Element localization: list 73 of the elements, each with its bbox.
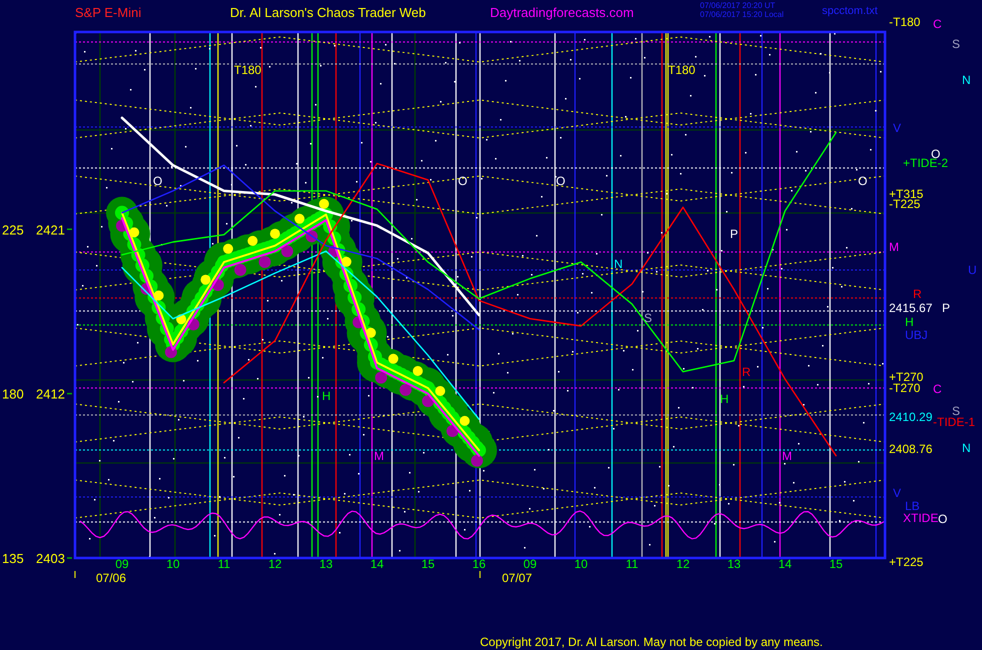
level-label: O (938, 512, 948, 526)
level-label: -T180 (889, 15, 920, 29)
x-axis-label: 16 (472, 557, 486, 571)
timestamp-label: 07/06/2017 20:20 UT (700, 1, 776, 10)
chart-marker-label: T180 (234, 63, 262, 77)
level-label: N (962, 441, 971, 455)
level-label: V (893, 486, 902, 500)
x-axis-label: 15 (421, 557, 435, 571)
chart-marker-label: H (322, 389, 331, 403)
level-label: C (933, 382, 942, 396)
x-axis-label: 13 (727, 557, 741, 571)
x-axis-label: 09 (115, 557, 129, 571)
website-label: Daytradingforecasts.com (490, 5, 634, 20)
y-axis-label: 2421 (36, 222, 65, 238)
y-axis-label: 2412 (36, 386, 65, 402)
level-label: U (968, 263, 977, 277)
level-label: LB (905, 499, 920, 513)
chart-marker-label: T180 (668, 63, 696, 77)
level-label: 2410.29 (889, 410, 932, 424)
copyright-text: Copyright 2017, Dr. Al Larson. May not be copied by any means. (480, 635, 823, 649)
x-axis-label: 12 (268, 557, 282, 571)
x-axis-label: 13 (319, 557, 333, 571)
chart-marker-label: O (556, 174, 566, 188)
date-label: 07/07 (502, 571, 532, 585)
level-label: S (952, 404, 960, 418)
chart-marker-label: M (782, 449, 792, 463)
x-axis-label: 15 (829, 557, 843, 571)
date-tick (74, 570, 76, 578)
date-label: 07/06 (96, 571, 126, 585)
chart-marker-label: M (374, 449, 384, 463)
x-axis-label: 11 (626, 557, 638, 571)
x-axis-label: 14 (370, 557, 384, 571)
angle-label: 135 (2, 551, 24, 566)
chart-title: Dr. Al Larson's Chaos Trader Web (230, 5, 426, 20)
angle-label: 225 (2, 222, 24, 238)
level-label: H (905, 315, 914, 329)
chart-marker-label: N (614, 257, 623, 271)
y-axis-label: 2403 (36, 551, 65, 566)
level-label: XTIDE (903, 511, 938, 525)
y-axis-tick (67, 228, 72, 230)
chart-symbol: S&P E-Mini (75, 5, 142, 20)
y-axis-tick (67, 392, 72, 394)
x-axis-label: 14 (778, 557, 792, 571)
x-axis-label: 09 (523, 557, 537, 571)
chart-marker-label: H (720, 392, 729, 406)
x-axis-label: 12 (676, 557, 690, 571)
level-label: 2415.67 (889, 301, 932, 315)
y-axis-tick (67, 557, 72, 559)
level-label: 2408.76 (889, 442, 932, 456)
x-axis-label: 11 (218, 557, 230, 571)
chart-marker-label: O (153, 174, 162, 188)
level-label: +T270 (889, 370, 924, 384)
chart-marker-label: R (742, 365, 751, 379)
level-label: V (893, 121, 902, 135)
level-label: -T270 (889, 381, 920, 395)
level-label: UBJ (905, 328, 928, 342)
chart-marker-label: O (858, 174, 868, 188)
level-label: M (889, 240, 899, 254)
chart-marker-label: P (730, 227, 738, 241)
level-label: +T225 (889, 555, 924, 569)
level-label: P (942, 301, 950, 315)
level-label: C (933, 17, 942, 31)
chart-marker-label: S (644, 311, 652, 325)
file-label: spcctom.txt (822, 5, 878, 17)
chart-marker-label: O (458, 174, 468, 188)
level-label: -TIDE-1 (933, 415, 975, 429)
level-label: N (962, 73, 971, 87)
x-axis-label: 10 (574, 557, 588, 571)
x-axis-label: 10 (166, 557, 180, 571)
angle-label: 180 (2, 386, 24, 402)
level-label: R (913, 287, 922, 301)
timestamp-label: 07/06/2017 15:20 Local (700, 10, 784, 19)
level-label: S (952, 37, 960, 51)
